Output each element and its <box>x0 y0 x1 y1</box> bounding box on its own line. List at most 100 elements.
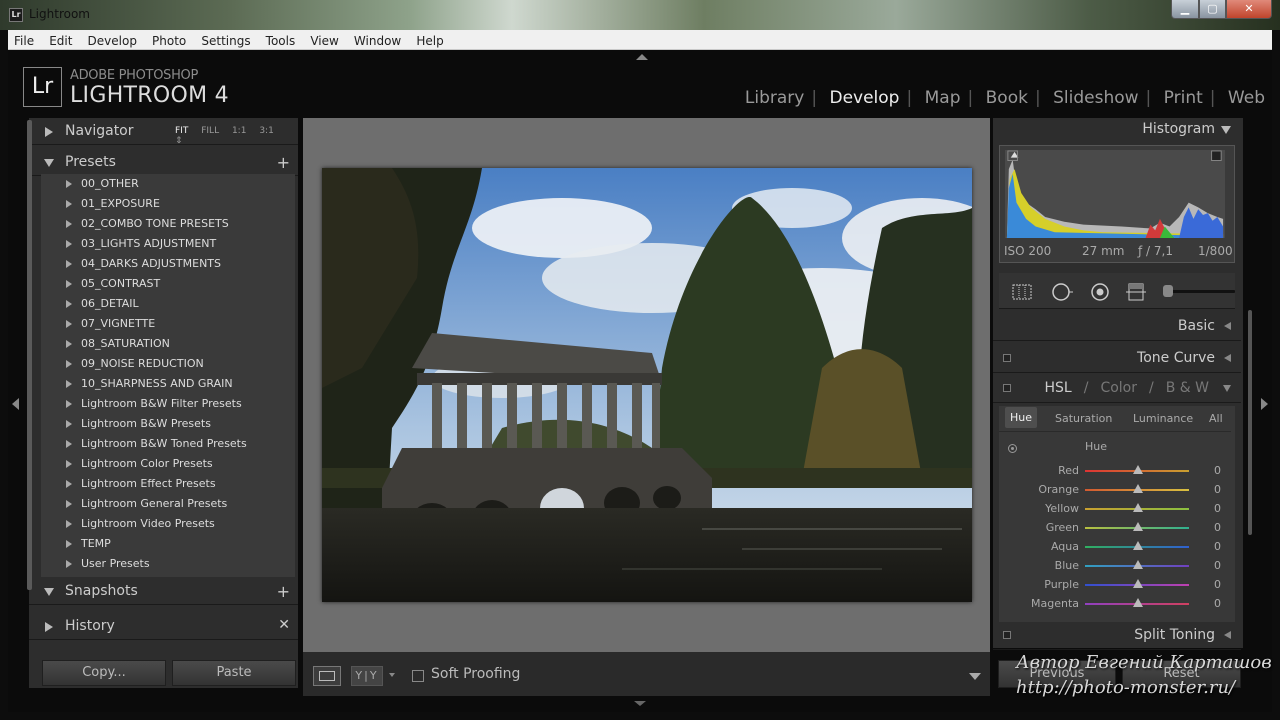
hue-slider-blue[interactable]: Blue 0 <box>999 556 1231 575</box>
collapse-filmstrip-icon[interactable] <box>634 701 646 706</box>
hue-slider-yellow[interactable]: Yellow 0 <box>999 499 1231 518</box>
preset-folder[interactable]: 04_DARKS ADJUSTMENTS <box>41 254 295 274</box>
paste-button[interactable]: Paste <box>172 660 296 686</box>
preset-folder[interactable]: 10_SHARPNESS AND GRAIN <box>41 374 295 394</box>
slider-value[interactable]: 0 <box>1214 521 1221 534</box>
zoom-stepper-icon[interactable]: ⇕ <box>175 136 183 146</box>
slider-value[interactable]: 0 <box>1214 483 1221 496</box>
toggle-icon[interactable] <box>1003 384 1011 392</box>
preset-folder[interactable]: Lightroom Video Presets <box>41 514 295 534</box>
menu-view[interactable]: View <box>306 32 342 51</box>
slider-value[interactable]: 0 <box>1214 559 1221 572</box>
preset-folder[interactable]: 01_EXPOSURE <box>41 194 295 214</box>
add-preset-icon[interactable]: + <box>277 153 290 172</box>
hue-slider-red[interactable]: Red 0 <box>999 461 1231 480</box>
minimize-button[interactable]: ▁ <box>1171 0 1199 19</box>
slider-thumb[interactable] <box>1133 465 1143 474</box>
collapse-top-panel-icon[interactable] <box>636 54 648 60</box>
hsl-mode[interactable]: HSL <box>1045 380 1072 396</box>
preset-folder[interactable]: TEMP <box>41 534 295 554</box>
hsl-header[interactable]: HSL / Color / B & W <box>993 373 1241 403</box>
slider-thumb[interactable] <box>1133 560 1143 569</box>
color-mode[interactable]: Color <box>1100 380 1137 396</box>
snapshots-header[interactable]: Snapshots + <box>29 578 298 605</box>
left-panel-scrollbar[interactable] <box>27 120 32 590</box>
photo-preview[interactable] <box>322 168 972 602</box>
preset-folder[interactable]: Lightroom General Presets <box>41 494 295 514</box>
preset-folder[interactable]: Lightroom B&W Toned Presets <box>41 434 295 454</box>
presets-header[interactable]: Presets + <box>29 149 298 176</box>
preset-folder[interactable]: 07_VIGNETTE <box>41 314 295 334</box>
zoom-3-1[interactable]: 3:1 <box>259 126 273 136</box>
hue-slider-purple[interactable]: Purple 0 <box>999 575 1231 594</box>
menu-develop[interactable]: Develop <box>84 32 141 51</box>
copy-button[interactable]: Copy... <box>42 660 166 686</box>
menu-tools[interactable]: Tools <box>262 32 300 51</box>
preset-folder[interactable]: User Presets <box>41 554 295 574</box>
hue-slider-orange[interactable]: Orange 0 <box>999 480 1231 499</box>
menu-photo[interactable]: Photo <box>148 32 190 51</box>
hue-slider-green[interactable]: Green 0 <box>999 518 1231 537</box>
menu-help[interactable]: Help <box>412 32 447 51</box>
collapse-right-panel-icon[interactable] <box>1261 398 1268 410</box>
hue-slider-aqua[interactable]: Aqua 0 <box>999 537 1231 556</box>
adjustment-brush-slider[interactable] <box>1169 290 1235 293</box>
title-bar[interactable]: Lr Lightroom ▁ ▢ ✕ <box>0 0 1280 30</box>
red-eye-icon[interactable] <box>1089 282 1111 302</box>
zoom-fit[interactable]: FIT <box>175 126 188 136</box>
history-header[interactable]: History ✕ <box>29 613 298 640</box>
chevron-down-icon[interactable] <box>389 673 395 677</box>
slider-thumb[interactable] <box>1133 522 1143 531</box>
histogram[interactable]: ISO 200 27 mm ƒ / 7,1 1/800 <box>999 145 1235 263</box>
slider-value[interactable]: 0 <box>1214 578 1221 591</box>
split-toning-header[interactable]: Split Toning <box>993 620 1241 650</box>
menu-edit[interactable]: Edit <box>45 32 76 51</box>
slider-value[interactable]: 0 <box>1214 597 1221 610</box>
graduated-filter-icon[interactable] <box>1125 282 1147 302</box>
module-map[interactable]: Map <box>918 88 968 108</box>
histogram-header[interactable]: Histogram <box>993 118 1241 142</box>
preset-folder[interactable]: Lightroom B&W Presets <box>41 414 295 434</box>
preset-folder[interactable]: Lightroom Color Presets <box>41 454 295 474</box>
slider-value[interactable]: 0 <box>1214 540 1221 553</box>
slider-thumb[interactable] <box>1133 579 1143 588</box>
right-panel-scrollbar[interactable] <box>1248 310 1252 535</box>
collapse-left-panel-icon[interactable] <box>12 398 19 410</box>
slider-thumb[interactable] <box>1133 503 1143 512</box>
close-button[interactable]: ✕ <box>1226 0 1272 19</box>
add-snapshot-icon[interactable]: + <box>277 582 290 601</box>
preset-folder[interactable]: 08_SATURATION <box>41 334 295 354</box>
spot-removal-icon[interactable] <box>1051 282 1073 302</box>
toolbar-options-icon[interactable] <box>969 673 981 680</box>
slider-value[interactable]: 0 <box>1214 464 1221 477</box>
maximize-button[interactable]: ▢ <box>1199 0 1226 19</box>
slider-thumb[interactable] <box>1133 598 1143 607</box>
module-develop[interactable]: Develop <box>822 88 906 108</box>
zoom-1-1[interactable]: 1:1 <box>232 126 246 136</box>
tab-saturation[interactable]: Saturation <box>1055 412 1112 425</box>
bw-mode[interactable]: B & W <box>1166 380 1209 396</box>
crop-overlay-icon[interactable] <box>1011 282 1033 302</box>
zoom-fill[interactable]: FILL <box>201 126 219 136</box>
menu-window[interactable]: Window <box>350 32 405 51</box>
menu-settings[interactable]: Settings <box>197 32 254 51</box>
hue-slider-magenta[interactable]: Magenta 0 <box>999 594 1231 613</box>
navigator-header[interactable]: Navigator FIT FILL 1:1 3:1 ⇕ <box>29 118 298 146</box>
before-after-button[interactable]: Y|Y <box>351 666 383 686</box>
preset-folder[interactable]: 05_CONTRAST <box>41 274 295 294</box>
preset-folder[interactable]: 02_COMBO TONE PRESETS <box>41 214 295 234</box>
basic-header[interactable]: Basic <box>993 311 1241 341</box>
tab-luminance[interactable]: Luminance <box>1133 412 1193 425</box>
module-book[interactable]: Book <box>979 88 1035 108</box>
module-web[interactable]: Web <box>1221 88 1272 108</box>
adjustment-brush-icon[interactable] <box>1163 285 1173 297</box>
preset-folder[interactable]: 09_NOISE REDUCTION <box>41 354 295 374</box>
menu-file[interactable]: File <box>10 32 38 51</box>
toggle-icon[interactable] <box>1003 631 1011 639</box>
tab-hue[interactable]: Hue <box>1005 407 1038 428</box>
preset-folder[interactable]: 00_OTHER <box>41 174 295 194</box>
soft-proofing-checkbox[interactable] <box>412 670 424 682</box>
preset-folder[interactable]: Lightroom Effect Presets <box>41 474 295 494</box>
slider-thumb[interactable] <box>1133 541 1143 550</box>
module-slideshow[interactable]: Slideshow <box>1046 88 1145 108</box>
